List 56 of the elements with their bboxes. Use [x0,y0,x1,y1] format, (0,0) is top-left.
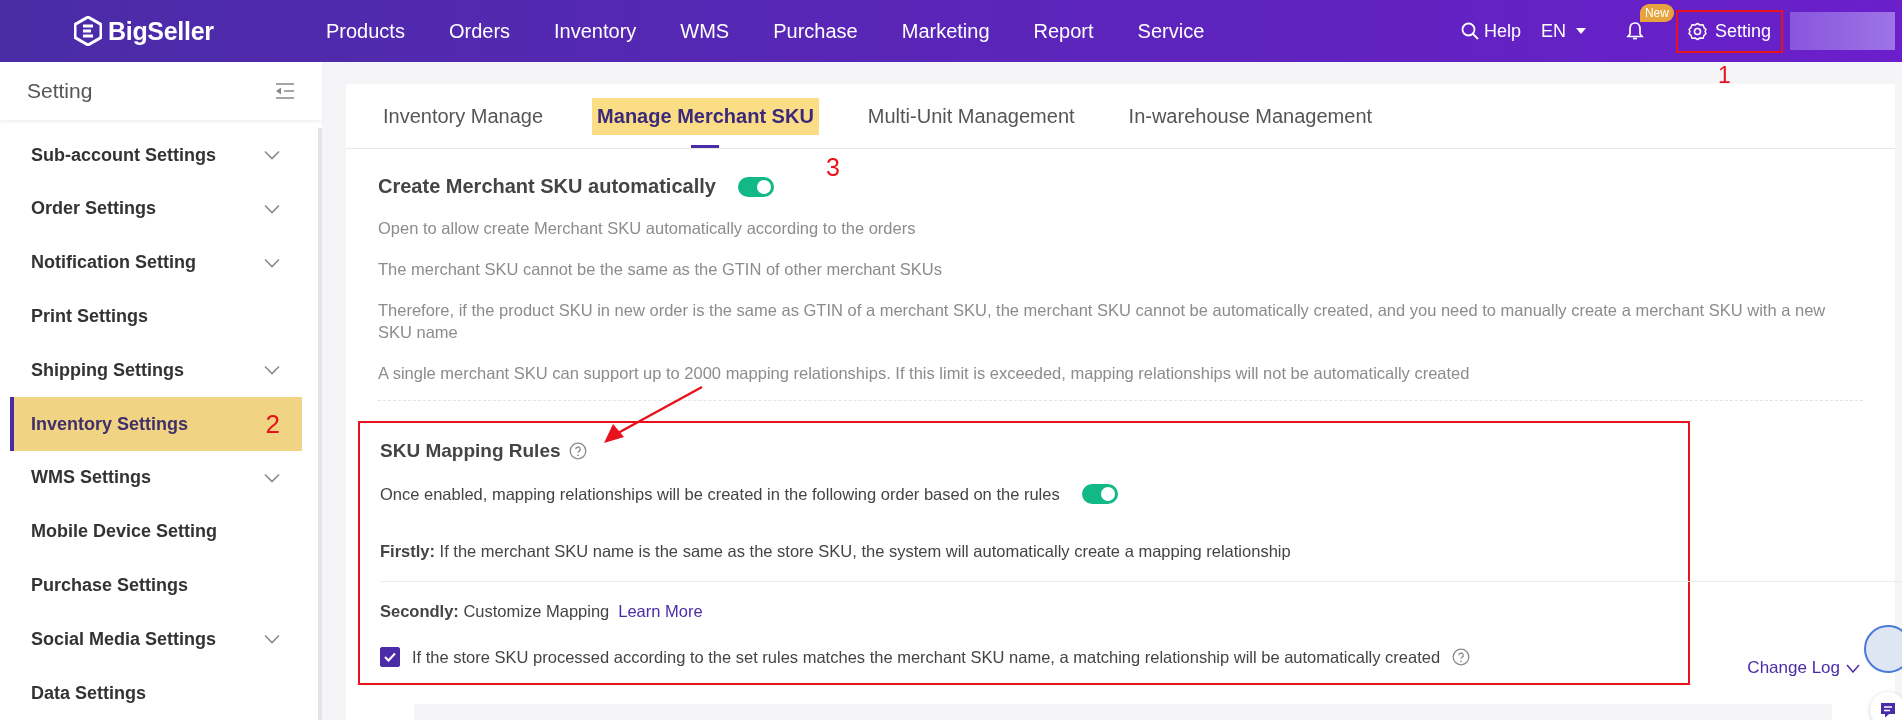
rule-text: Firstly: If the merchant SKU name is the same as the store SKU, the system will automatically create a mapping relationship [380,542,1902,582]
sidebar-item[interactable]: Shipping Settings [10,343,302,398]
bell-icon[interactable] [1625,21,1644,41]
help-icon [1452,648,1471,666]
logo-text[interactable]: BigSeller [108,16,214,46]
description-text: Once enabled, mapping relationships will be created in the following order based on the rules [380,484,1060,504]
nav-link[interactable]: Marketing [901,19,990,43]
help-icon [568,442,587,460]
tab[interactable]: Inventory Manage [366,84,561,148]
sidebar-item[interactable]: Print Settings [10,289,302,344]
section-title: SKU Mapping Rules [380,440,561,462]
search-icon [1460,22,1479,40]
language-dropdown[interactable]: EN [1540,20,1586,42]
sidebar-item[interactable]: Order Settings [10,182,302,236]
sidebar-item[interactable]: Inventory Settings 2 [10,397,302,451]
toggle-switch[interactable] [1081,484,1118,504]
nav-link[interactable]: Service [1137,19,1205,43]
tab[interactable]: Multi-Unit Management [850,84,1092,148]
chevron-down-icon [1846,663,1860,673]
help-link[interactable]: Help [1460,20,1521,42]
annotation-number: 1 [1717,61,1731,89]
sidebar-item[interactable]: Sub-account Settings [10,128,302,183]
annotation-number: 3 [826,153,840,182]
checkbox[interactable] [380,647,400,667]
chat-icon [1879,701,1897,719]
nav-link[interactable]: Orders [448,19,511,43]
sidebar-item[interactable]: Mobile Device Setting [10,504,302,559]
description-text: Therefore, if the product SKU in new order is the same as GTIN of a merchant SKU, the merchant SKU cannot be automatically created, and you need to manually create a merchant SKU with a new SKU name [378,300,1827,343]
rule-text: Secondly: Customize Mapping [380,602,610,621]
checkbox-label: If the store SKU processed according to the set rules matches the merchant SKU name, a matching relationship will be automatically created [412,647,1441,667]
sidebar-title: Setting [27,79,93,104]
description-text: A single merchant SKU can support up to 2000 mapping relationships. If this limit is exceeded, mapping relationships will not be automatically created [378,363,1471,384]
change-log-link[interactable]: Change Log [1747,658,1860,678]
collapse-menu-icon[interactable] [275,83,295,100]
nav-link[interactable]: Inventory [554,19,637,43]
caret-icon [1575,28,1586,34]
tab[interactable]: In-warehouse Management [1111,84,1390,148]
logo-icon [74,16,102,46]
sidebar-item[interactable]: Purchase Settings [10,558,302,613]
nav-link[interactable]: Purchase [773,19,858,43]
nav-link[interactable]: Report [1033,19,1094,43]
nav-link[interactable]: Products [326,19,405,43]
sidebar-item[interactable]: Notification Setting [10,235,302,290]
annotation-number: 2 [265,408,280,440]
sidebar-item[interactable]: WMS Settings [10,451,302,505]
sidebar-item[interactable]: Social Media Settings [10,612,302,667]
nav-link[interactable]: WMS [680,19,730,43]
description-text: Open to allow create Merchant SKU automatically according to the orders [378,218,917,239]
section-title: Create Merchant SKU automatically [378,175,716,198]
description-text: The merchant SKU cannot be the same as the GTIN of other merchant SKUs [378,259,943,280]
new-badge: New [1639,4,1674,22]
sidebar-item[interactable]: Data Settings [10,666,302,720]
toggle-switch[interactable] [737,176,774,197]
settings-icon [1687,21,1707,41]
check-icon [384,652,396,662]
learn-more-link[interactable]: Learn More [618,602,703,621]
